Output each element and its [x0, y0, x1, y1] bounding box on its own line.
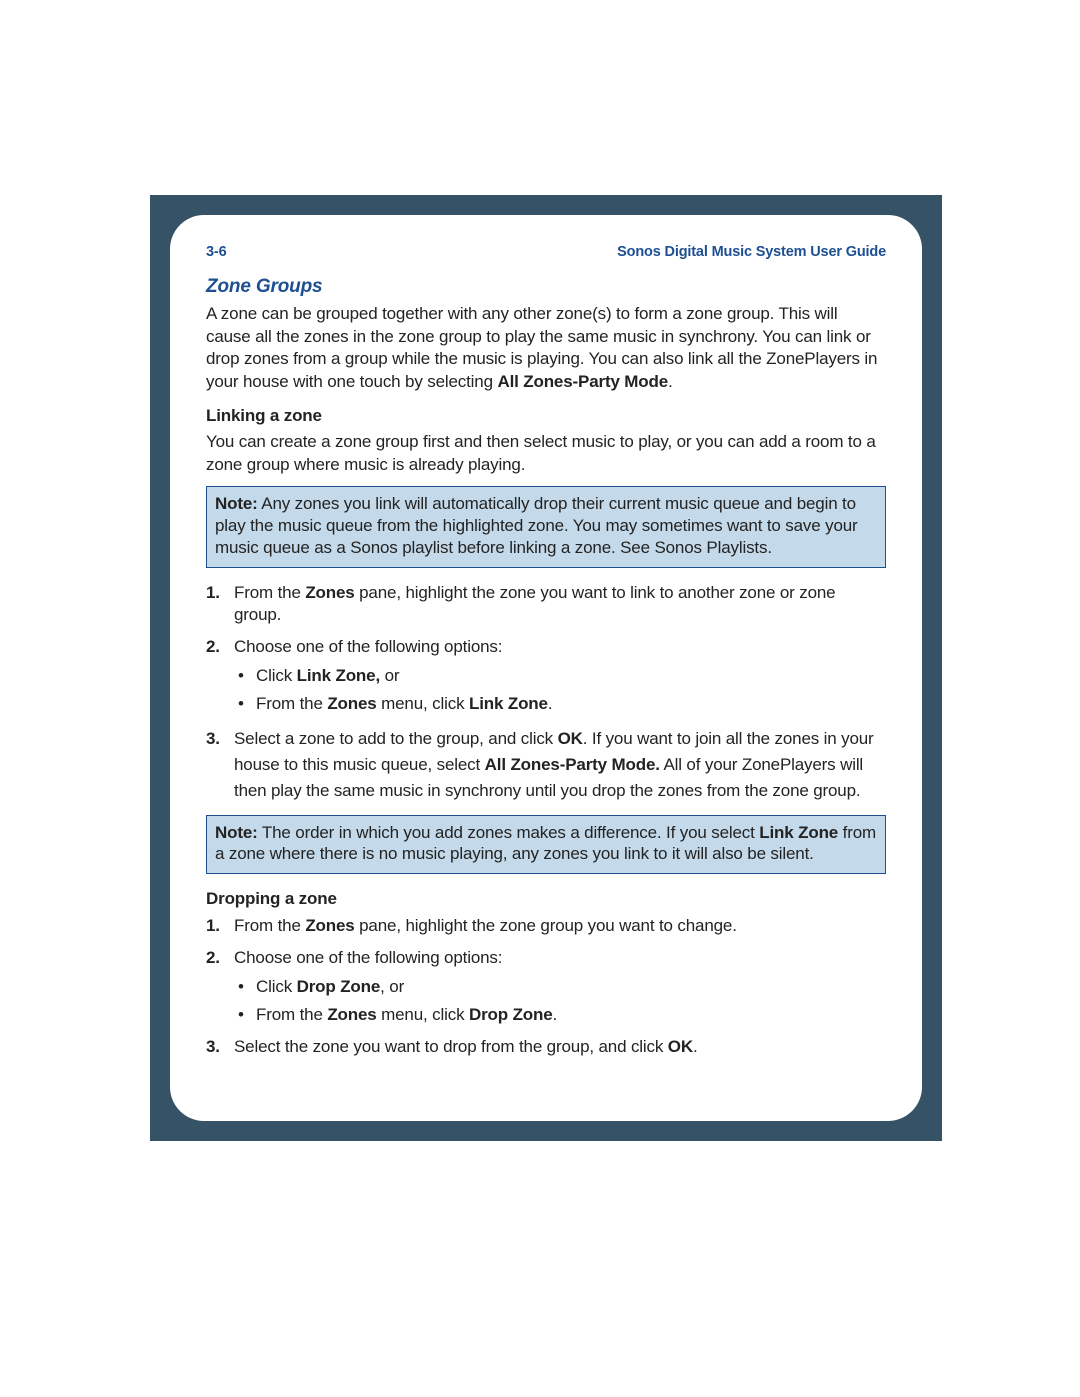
text: The order in which you add zones makes a… [258, 823, 760, 842]
bold-text: All Zones-Party Mode. [485, 755, 660, 774]
text: Click [256, 666, 297, 685]
bold-text: Zones [327, 694, 376, 713]
bold-text: OK [668, 1037, 693, 1056]
sub-bullets: Click Link Zone, or From the Zones menu,… [234, 665, 886, 716]
step: Select a zone to add to the group, and c… [206, 726, 886, 805]
step: Choose one of the following options: Cli… [206, 636, 886, 715]
text: Click [256, 977, 297, 996]
text: From the [256, 694, 327, 713]
page-number: 3-6 [206, 243, 226, 262]
step: Select the zone you want to drop from th… [206, 1036, 886, 1058]
bold-text: All Zones-Party Mode [497, 372, 668, 391]
text: Choose one of the following options: [234, 948, 502, 967]
text: menu, click [377, 1005, 469, 1024]
text: menu, click [377, 694, 469, 713]
bullet: Click Drop Zone, or [234, 976, 886, 998]
section-title: Zone Groups [206, 274, 886, 299]
bold-text: Zones [305, 916, 354, 935]
step: From the Zones pane, highlight the zone … [206, 582, 886, 627]
text: From the [234, 583, 305, 602]
note-box-linking-2: Note: The order in which you add zones m… [206, 815, 886, 875]
text: From the [234, 916, 305, 935]
note-label: Note: [215, 823, 258, 842]
bold-text: Zones [305, 583, 354, 602]
section-intro: A zone can be grouped together with any … [206, 303, 886, 393]
page-frame: 3-6 Sonos Digital Music System User Guid… [150, 195, 942, 1141]
linking-intro: You can create a zone group first and th… [206, 431, 886, 476]
bold-text: Zones [327, 1005, 376, 1024]
text: pane, highlight the zone group you want … [355, 916, 737, 935]
bold-text: Link Zone [759, 823, 838, 842]
dropping-heading: Dropping a zone [206, 888, 886, 910]
linking-steps: From the Zones pane, highlight the zone … [206, 582, 886, 805]
note-box-linking: Note: Any zones you link will automatica… [206, 486, 886, 567]
sub-bullets: Click Drop Zone, or From the Zones menu,… [234, 976, 886, 1027]
text: Choose one of the following options: [234, 637, 502, 656]
guide-title: Sonos Digital Music System User Guide [617, 243, 886, 262]
bold-text: OK [558, 729, 583, 748]
bold-text: Link Zone [469, 694, 548, 713]
bullet: From the Zones menu, click Link Zone. [234, 693, 886, 715]
text: Select the zone you want to drop from th… [234, 1037, 668, 1056]
text: . [668, 372, 673, 391]
bold-text: Drop Zone [469, 1005, 553, 1024]
text: or [380, 666, 399, 685]
note-body: Any zones you link will automatically dr… [215, 494, 858, 557]
text: . [548, 694, 553, 713]
step: Choose one of the following options: Cli… [206, 947, 886, 1026]
step: From the Zones pane, highlight the zone … [206, 915, 886, 937]
note-label: Note: [215, 494, 258, 513]
page-header: 3-6 Sonos Digital Music System User Guid… [206, 243, 886, 262]
text: , or [380, 977, 404, 996]
text: From the [256, 1005, 327, 1024]
bold-text: Link Zone, [297, 666, 380, 685]
bullet: From the Zones menu, click Drop Zone. [234, 1004, 886, 1026]
document-page: 3-6 Sonos Digital Music System User Guid… [170, 215, 922, 1121]
bold-text: Drop Zone [297, 977, 381, 996]
linking-heading: Linking a zone [206, 405, 886, 427]
dropping-steps: From the Zones pane, highlight the zone … [206, 915, 886, 1059]
text: Select a zone to add to the group, and c… [234, 729, 558, 748]
bullet: Click Link Zone, or [234, 665, 886, 687]
text: . [693, 1037, 698, 1056]
text: . [553, 1005, 558, 1024]
